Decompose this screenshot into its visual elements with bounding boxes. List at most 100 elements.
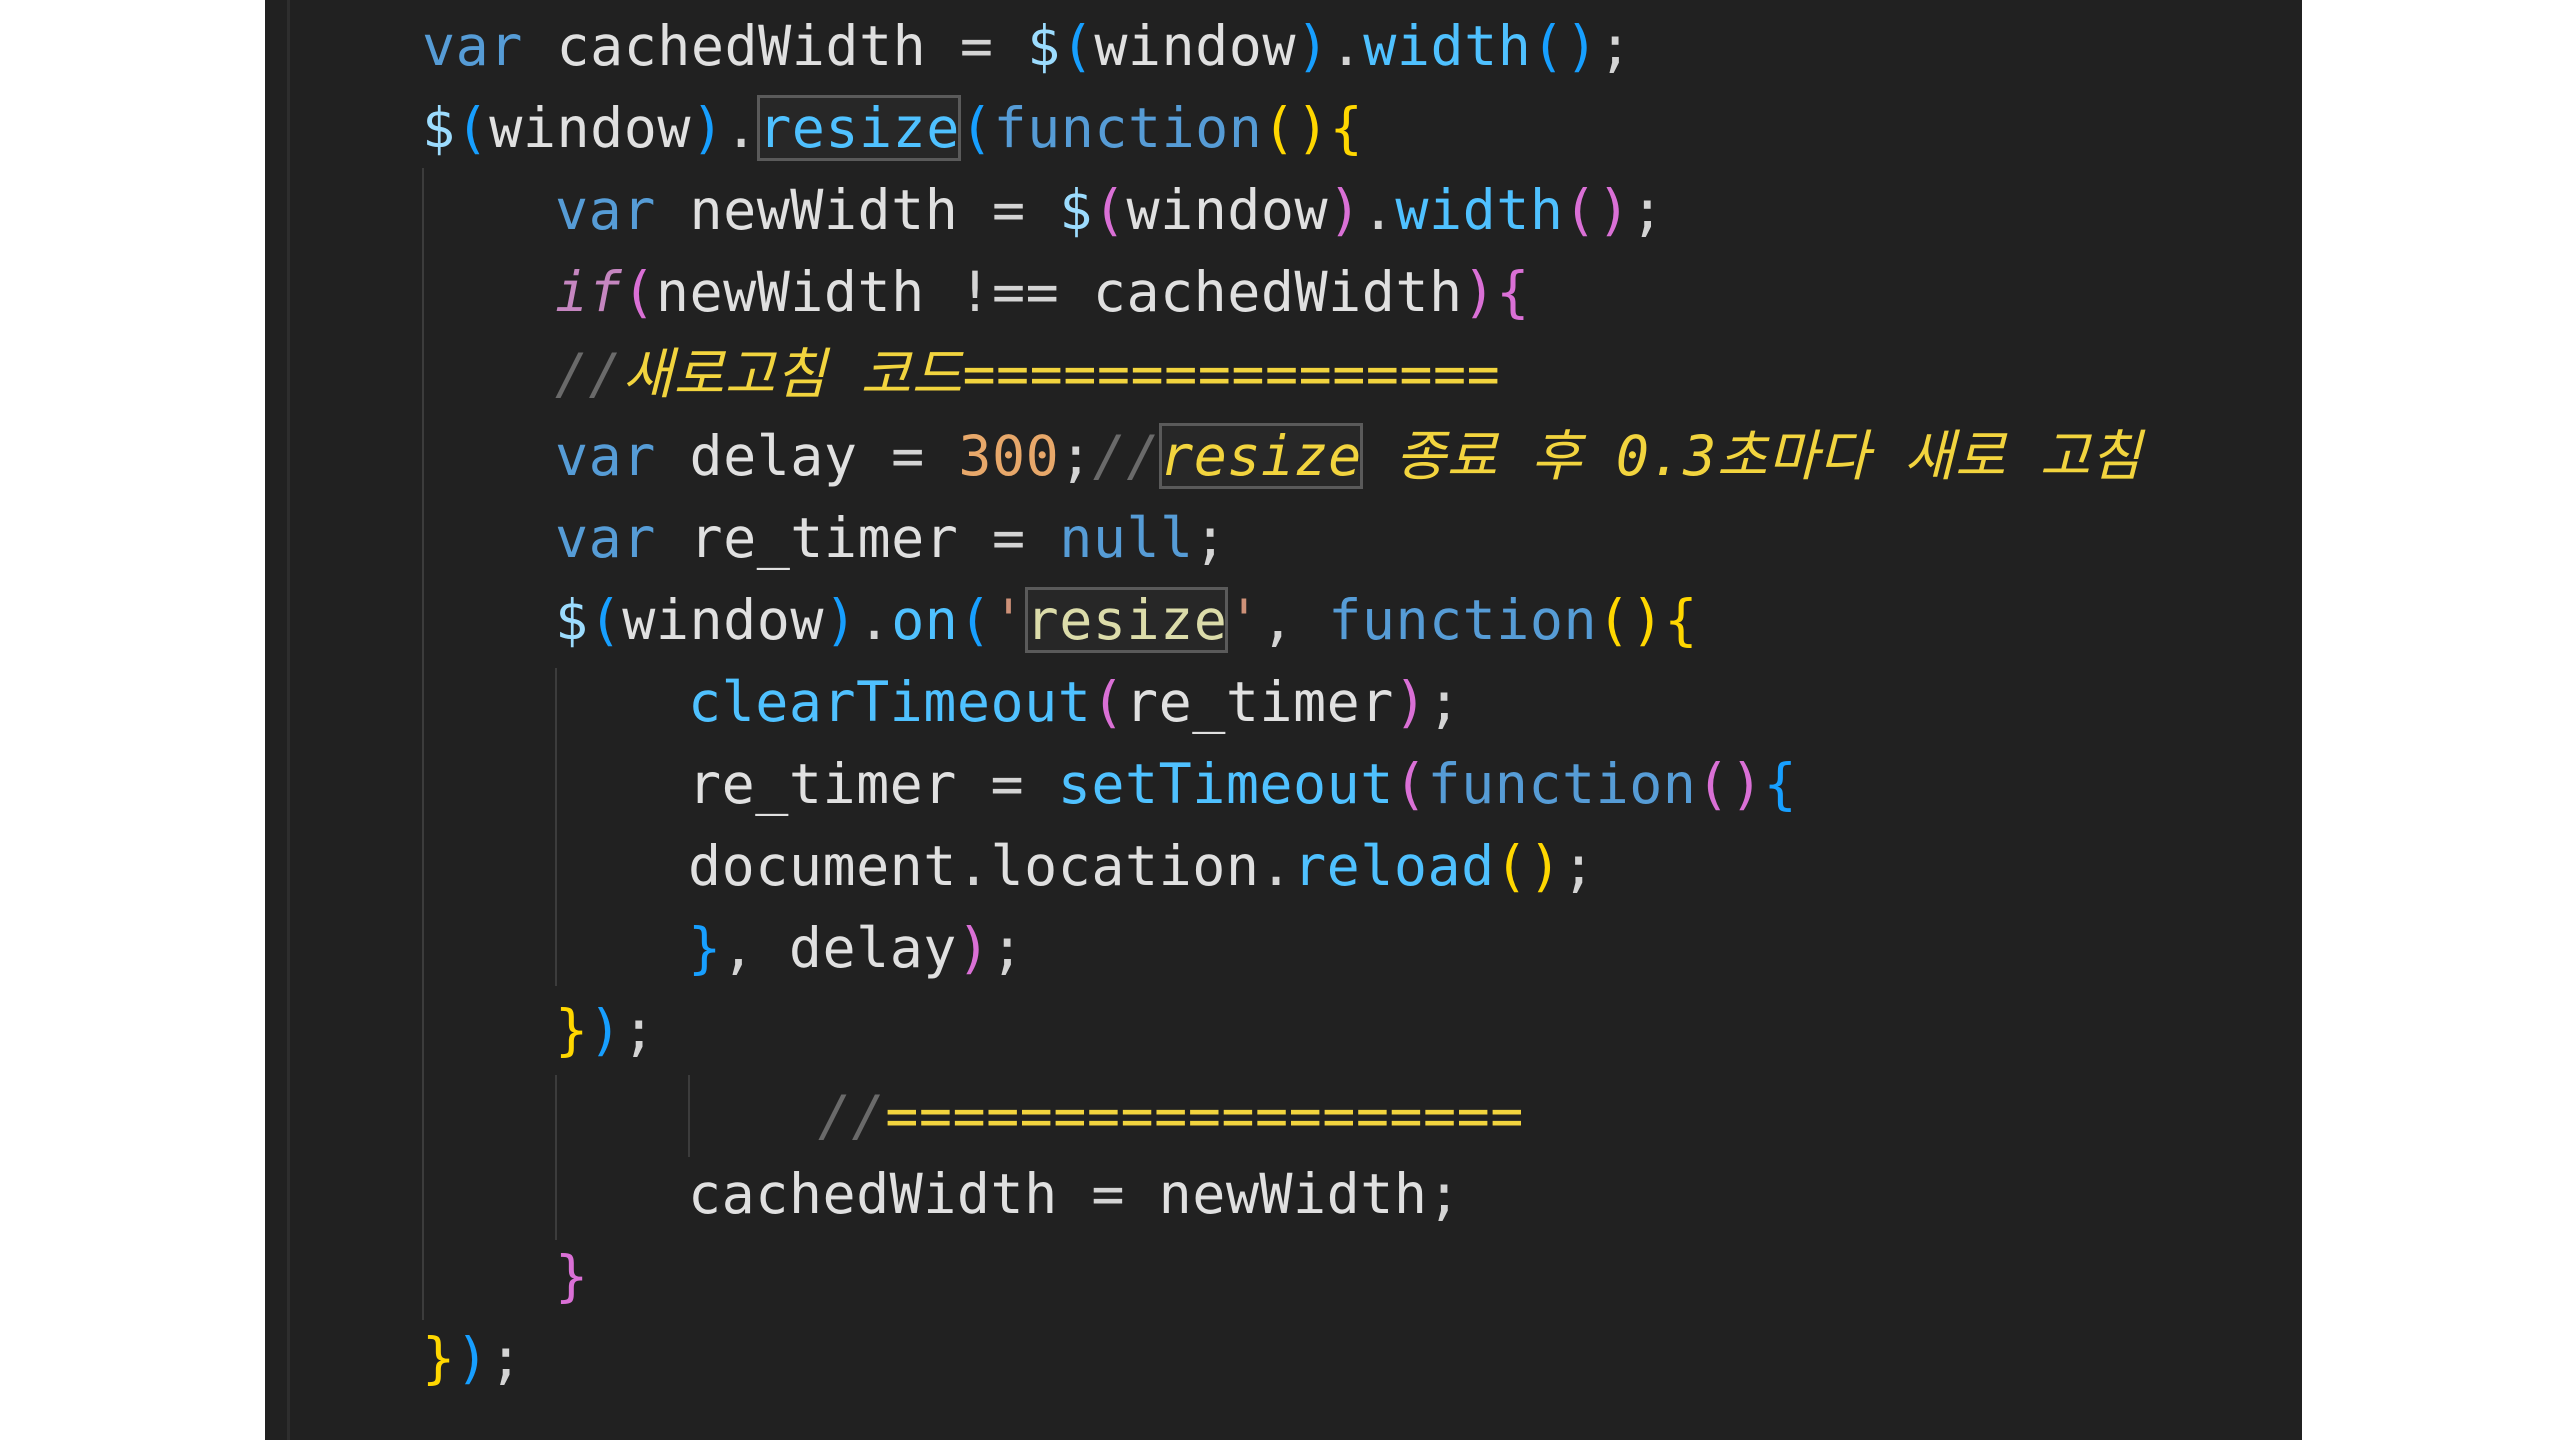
code-token: var (555, 178, 656, 242)
code-token: var (422, 14, 523, 78)
code-token: clearTimeout (688, 670, 1092, 734)
code-token: null (1059, 506, 1194, 570)
code-token: window (1094, 14, 1296, 78)
code-token: ) (588, 998, 623, 1062)
code-token: delay (689, 424, 858, 488)
code-line[interactable]: if(newWidth !== cachedWidth){ (555, 251, 1530, 333)
code-token: =================== (885, 1084, 1524, 1148)
code-token: ; (1427, 1162, 1462, 1226)
code-token: { (1496, 260, 1530, 324)
code-token: ( (1060, 14, 1095, 78)
code-token: } (688, 916, 722, 980)
code-token: { (1664, 588, 1698, 652)
code-token: ; (1193, 506, 1228, 570)
code-token: } (555, 998, 589, 1062)
code-line[interactable]: //새로고침 코드================ (555, 333, 1500, 415)
code-editor[interactable]: var cachedWidth = $(window).width(); $(w… (265, 0, 2302, 1440)
code-token: ( (1091, 670, 1125, 734)
code-token: $ (1059, 178, 1093, 242)
code-line[interactable]: $(window).on('resize', function(){ (555, 579, 1698, 661)
code-line[interactable]: var newWidth = $(window).width(); (555, 169, 1664, 251)
code-token: ; (622, 998, 656, 1062)
code-token: window (622, 588, 824, 652)
code-token: . (1259, 834, 1294, 898)
code-token: $ (422, 96, 456, 160)
code-token: ( (1092, 178, 1127, 242)
code-token: function (993, 96, 1263, 160)
code-token: , (1260, 588, 1329, 652)
code-token: re_timer (1124, 670, 1394, 734)
code-token: newWidth (689, 178, 959, 242)
code-token: ( (1393, 752, 1428, 816)
code-token: . (1329, 14, 1364, 78)
indent-guide (555, 668, 557, 986)
code-token: ; (1598, 14, 1633, 78)
code-token: ; (489, 1326, 523, 1390)
code-token: ' (1227, 588, 1261, 652)
code-token: function (1328, 588, 1598, 652)
code-token: re_timer (689, 506, 959, 570)
code-token: width (1395, 178, 1564, 242)
code-token: // (555, 342, 623, 406)
code-token: $ (1027, 14, 1061, 78)
code-token: var (555, 424, 656, 488)
code-token: ) (956, 916, 991, 980)
code-line[interactable]: } (555, 1235, 589, 1317)
code-token: location (990, 834, 1260, 898)
code-token: newWidth (1158, 1162, 1428, 1226)
code-token: cachedWidth (1092, 260, 1463, 324)
indent-guide (688, 1075, 690, 1157)
code-line[interactable]: var delay = 300;//resize 종료 후 0.3초마다 새로 … (555, 415, 2142, 497)
code-token: newWidth (655, 260, 925, 324)
code-line[interactable]: var re_timer = null; (555, 497, 1227, 579)
code-token: resize (757, 95, 961, 161)
code-line[interactable]: clearTimeout(re_timer); (688, 661, 1461, 743)
code-token: ) (1328, 178, 1362, 242)
code-token: ) (1296, 14, 1330, 78)
code-token: () (1262, 96, 1330, 160)
code-line[interactable]: }, delay); (688, 907, 1024, 989)
code-token: . (956, 834, 991, 898)
code-line[interactable]: re_timer = setTimeout(function(){ (688, 743, 1797, 825)
code-token: } (422, 1326, 456, 1390)
editor-gutter-edge (287, 0, 290, 1440)
code-token: !== (924, 260, 1093, 324)
code-token: { (1329, 96, 1364, 160)
code-line[interactable]: //=================== (818, 1075, 1524, 1157)
code-line[interactable]: $(window).resize(function(){ (422, 87, 1363, 169)
code-line[interactable]: cachedWidth = newWidth; (688, 1153, 1461, 1235)
code-token: 300 (958, 424, 1060, 488)
code-token: window (489, 96, 691, 160)
code-token: setTimeout (1057, 752, 1394, 816)
code-line[interactable]: }); (422, 1317, 523, 1399)
code-token: () (1563, 178, 1631, 242)
code-token: cachedWidth (688, 1162, 1058, 1226)
code-token: var (555, 506, 656, 570)
code-token: 새로고침 코드================ (622, 342, 1501, 406)
code-token: ( (622, 260, 656, 324)
code-line[interactable]: }); (555, 989, 656, 1071)
code-token: ; (1427, 670, 1462, 734)
code-token: // (818, 1084, 886, 1148)
code-line[interactable]: document.location.reload(); (688, 825, 1596, 907)
code-token: resize (1024, 587, 1229, 653)
code-token: ; (1561, 834, 1596, 898)
code-token: = (958, 178, 1060, 242)
code-token: ) (690, 96, 725, 160)
code-token: = (956, 752, 1058, 816)
code-token: () (1597, 588, 1665, 652)
code-token: 종료 후 0.3초마다 새로 고침 (1361, 424, 2142, 488)
code-token: = (926, 14, 1028, 78)
code-token: document (688, 834, 957, 898)
code-token: if (555, 260, 623, 324)
code-token: } (555, 1244, 589, 1308)
code-line[interactable]: var cachedWidth = $(window).width(); (422, 5, 1632, 87)
code-token: function (1427, 752, 1697, 816)
code-token: window (1126, 178, 1329, 242)
code-token: ( (959, 96, 994, 160)
code-token: ; (1059, 424, 1093, 488)
code-token: = (1057, 1162, 1159, 1226)
